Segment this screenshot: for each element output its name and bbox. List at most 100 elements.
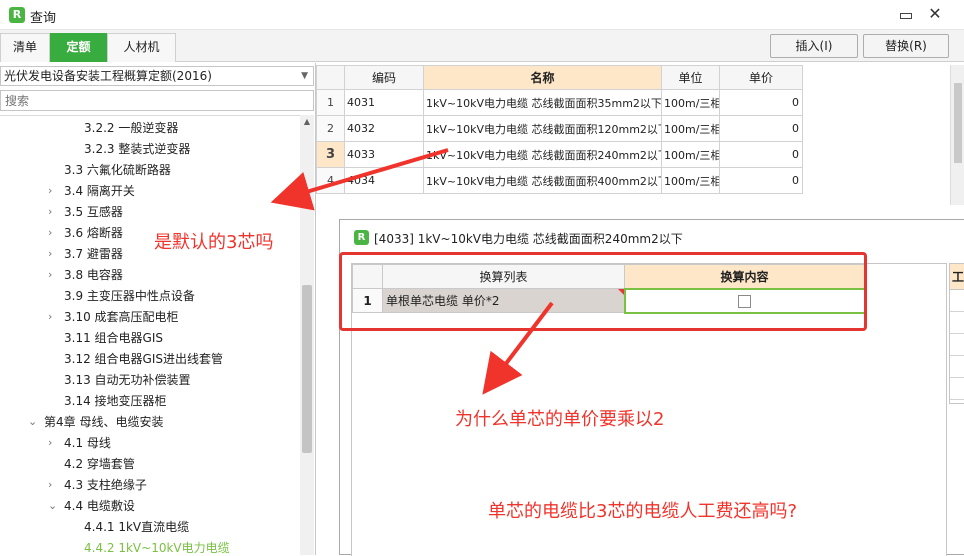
tree-item-label: 3.12 组合电器GIS进出线套管 xyxy=(64,352,223,366)
code-cell[interactable]: 4033 xyxy=(344,141,424,168)
chevron-down-icon[interactable]: ⌄ xyxy=(48,496,57,516)
app-icon: R xyxy=(9,7,25,23)
price-cell[interactable]: 0 xyxy=(719,167,803,194)
chevron-right-icon[interactable]: › xyxy=(48,475,52,495)
code-cell[interactable]: 4031 xyxy=(344,89,424,116)
search-input[interactable] xyxy=(0,90,314,111)
name-header[interactable]: 名称 xyxy=(423,65,662,90)
tree-item-label: 3.9 主变压器中性点设备 xyxy=(64,289,195,303)
tree-item[interactable]: › 3.4 隔离开关 xyxy=(48,181,135,201)
tree-item[interactable]: › 4.1 母线 xyxy=(48,433,111,453)
tree-item[interactable]: 4.4.2 1kV~10kV电力电缆 xyxy=(84,538,230,555)
code-cell[interactable]: 4032 xyxy=(344,115,424,142)
row-index: 3 xyxy=(316,141,345,168)
dropdown-arrow-icon: ▼ xyxy=(301,71,308,81)
unit-header[interactable]: 单位 xyxy=(661,65,720,90)
minimize-button[interactable] xyxy=(897,8,913,22)
row-number-header xyxy=(316,65,345,90)
chevron-right-icon[interactable]: › xyxy=(48,244,52,264)
name-cell[interactable]: 1kV~10kV电力电缆 芯线截面面积120mm2以下 xyxy=(423,115,662,142)
chevron-right-icon[interactable]: › xyxy=(48,307,52,327)
price-cell[interactable]: 0 xyxy=(719,115,803,142)
unit-cell[interactable]: 100m/三相 xyxy=(661,89,720,116)
tree-scrollbar[interactable]: ▲ xyxy=(300,115,314,555)
code-cell[interactable]: 4034 xyxy=(344,167,424,194)
unit-cell[interactable]: 100m/三相 xyxy=(661,115,720,142)
price-cell[interactable]: 0 xyxy=(719,141,803,168)
annotation-note-default-core: 是默认的3芯吗 xyxy=(154,232,274,253)
tree-item[interactable]: 3.13 自动无功补偿装置 xyxy=(64,370,191,390)
chevron-right-icon[interactable]: › xyxy=(48,433,52,453)
side-table-row xyxy=(950,356,964,378)
table-row[interactable]: 4 4034 1kV~10kV电力电缆 芯线截面面积400mm2以下 100m/三相 0 xyxy=(316,167,803,194)
tree-item[interactable]: 3.9 主变压器中性点设备 xyxy=(64,286,195,306)
table-row[interactable]: 2 4032 1kV~10kV电力电缆 芯线截面面积120mm2以下 100m/三相 0 xyxy=(316,115,803,142)
tree-item-label: 4.4.2 1kV~10kV电力电缆 xyxy=(84,541,230,555)
tree-item[interactable]: 3.2.3 整装式逆变器 xyxy=(84,139,190,159)
code-header[interactable]: 编码 xyxy=(344,65,424,90)
side-table-row xyxy=(950,312,964,334)
unit-cell[interactable]: 100m/三相 xyxy=(661,167,720,194)
chevron-down-icon[interactable]: ⌄ xyxy=(28,412,37,432)
row-index: 2 xyxy=(316,115,345,142)
side-table-partial: 工 xyxy=(949,263,964,404)
tree-item-label: 3.3 六氟化硫断路器 xyxy=(64,163,171,177)
tree-item[interactable]: ⌄ 4.4 电缆敷设 xyxy=(48,496,135,516)
tree-item-label: 3.13 自动无功补偿装置 xyxy=(64,373,191,387)
table-row[interactable]: 3 4033 1kV~10kV电力电缆 芯线截面面积240mm2以下 100m/三相 0 xyxy=(316,141,803,168)
tree-item-label: 3.7 避雷器 xyxy=(64,247,123,261)
tree-item-label: 4.4 电缆敷设 xyxy=(64,499,135,513)
replace-button[interactable]: 替换(R) xyxy=(863,34,949,58)
unit-cell[interactable]: 100m/三相 xyxy=(661,141,720,168)
close-button[interactable]: ✕ xyxy=(926,4,944,24)
tree-item[interactable]: 3.2.2 一般逆变器 xyxy=(84,118,178,138)
chevron-right-icon[interactable]: › xyxy=(48,265,52,285)
table-scroll-thumb[interactable] xyxy=(954,83,962,163)
price-cell[interactable]: 0 xyxy=(719,89,803,116)
tree-item[interactable]: › 3.10 成套高压配电柜 xyxy=(48,307,179,327)
table-row[interactable]: 1 4031 1kV~10kV电力电缆 芯线截面面积35mm2以下 100m/三相 0 xyxy=(316,89,803,116)
tree-item-label: 3.2.2 一般逆变器 xyxy=(84,121,179,135)
chevron-right-icon[interactable]: › xyxy=(48,202,52,222)
tree-item-label: 3.11 组合电器GIS xyxy=(64,331,163,345)
tree-item-label: 3.6 熔断器 xyxy=(64,226,123,240)
tree-item[interactable]: › 3.7 避雷器 xyxy=(48,244,123,264)
table-header-row: 编码 名称 单位 单价 xyxy=(316,65,803,90)
scroll-up-icon[interactable]: ▲ xyxy=(300,115,314,129)
tree-item-label: 4.2 穿墙套管 xyxy=(64,457,135,471)
tab-labor-material-machine[interactable]: 人材机 xyxy=(107,33,176,62)
tree-item[interactable]: › 4.3 支柱绝缘子 xyxy=(48,475,147,495)
tree-item[interactable]: › 3.5 互感器 xyxy=(48,202,123,222)
tree-item[interactable]: › 3.8 电容器 xyxy=(48,265,123,285)
chevron-right-icon[interactable]: › xyxy=(48,223,52,243)
tree-item[interactable]: 4.4.1 1kV直流电缆 xyxy=(84,517,189,537)
insert-button[interactable]: 插入(I) xyxy=(770,34,858,58)
tree-item[interactable]: ⌄ 第4章 母线、电缆安装 xyxy=(28,412,164,432)
annotation-note-labor-cost: 单芯的电缆比3芯的电缆人工费还高吗? xyxy=(488,501,798,522)
quota-book-select[interactable]: 光伏发电设备安装工程概算定额(2016) ▼ xyxy=(0,66,314,86)
tree-item-label: 4.1 母线 xyxy=(64,436,111,450)
tab-quota[interactable]: 定额 xyxy=(50,33,107,62)
price-header[interactable]: 单价 xyxy=(719,65,803,90)
quota-book-value: 光伏发电设备安装工程概算定额(2016) xyxy=(4,69,212,83)
scroll-thumb[interactable] xyxy=(302,285,312,453)
tree-item-label: 第4章 母线、电缆安装 xyxy=(44,415,164,429)
tree-item[interactable]: 3.11 组合电器GIS xyxy=(64,328,163,348)
name-cell[interactable]: 1kV~10kV电力电缆 芯线截面面积240mm2以下 xyxy=(423,141,662,168)
tree-item[interactable]: 3.14 接地变压器柜 xyxy=(64,391,167,411)
left-panel: 光伏发电设备安装工程概算定额(2016) ▼ 3.2.2 一般逆变器 3.2.3 … xyxy=(0,63,316,555)
tab-bill-list[interactable]: 清单 xyxy=(0,33,50,62)
chevron-right-icon[interactable]: › xyxy=(48,181,52,201)
tab-bar: 清单 定额 人材机 插入(I) 替换(R) xyxy=(0,30,964,62)
name-cell[interactable]: 1kV~10kV电力电缆 芯线截面面积400mm2以下 xyxy=(423,167,662,194)
tree-item[interactable]: › 3.6 熔断器 xyxy=(48,223,123,243)
table-scrollbar[interactable] xyxy=(950,65,964,205)
row-index: 1 xyxy=(316,89,345,116)
quota-table: 编码 名称 单位 单价 1 4031 1kV~10kV电力电缆 芯线截面面积35mm… xyxy=(316,65,803,194)
tree-item-label: 3.4 隔离开关 xyxy=(64,184,135,198)
tree-item[interactable]: 3.3 六氟化硫断路器 xyxy=(64,160,171,180)
name-cell[interactable]: 1kV~10kV电力电缆 芯线截面面积35mm2以下 xyxy=(423,89,662,116)
tree-item-label: 4.3 支柱绝缘子 xyxy=(64,478,147,492)
tree-item[interactable]: 3.12 组合电器GIS进出线套管 xyxy=(64,349,223,369)
tree-item[interactable]: 4.2 穿墙套管 xyxy=(64,454,135,474)
